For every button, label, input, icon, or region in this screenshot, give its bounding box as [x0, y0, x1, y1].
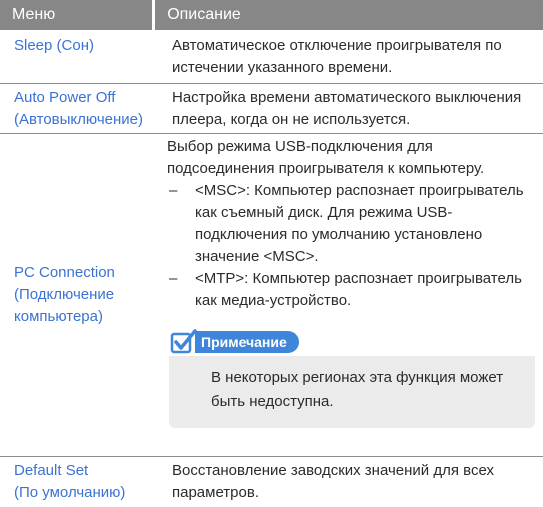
menu-item-sleep: Sleep (Сон): [0, 35, 158, 83]
bullet-item: – <MSC>: Компьютер распознает проигрыват…: [167, 180, 535, 268]
menu-item-sublabel: (Автовыключение): [14, 110, 143, 128]
description-cell: Выбор режима USB-подключения для подсоед…: [153, 134, 543, 456]
menu-item-label: Sleep (Сон): [14, 37, 94, 54]
bullet-text: <MTP>: Компьютер распознает проигрывател…: [195, 270, 522, 309]
settings-table: Меню Описание Sleep (Сон) Автоматическое…: [0, 0, 543, 507]
bullet-text: <MSC>: Компьютер распознает проигрывател…: [195, 182, 524, 265]
menu-item-label: Auto Power Off: [14, 88, 116, 106]
header-menu: Меню: [0, 0, 153, 30]
table-row: Default Set (По умолчанию) Восстановлени…: [0, 457, 543, 507]
header-description: Описание: [155, 0, 543, 30]
note-box: Примечание В некоторых регионах эта функ…: [169, 328, 535, 428]
table-row: PC Connection (Подключение компьютера) В…: [0, 134, 543, 457]
menu-item-label: Default Set: [14, 462, 89, 479]
description-cell: Настройка времени автоматического выключ…: [172, 89, 522, 128]
note-header: Примечание: [169, 328, 535, 356]
menu-item-sublabel: (По умолчанию): [14, 484, 126, 501]
menu-item-pc-connection: PC Connection (Подключение компьютера): [0, 134, 153, 456]
description-cell: Автоматическое отключение проигрывателя …: [172, 37, 502, 76]
table-header: Меню Описание: [0, 0, 543, 30]
bullet-dash: –: [169, 182, 178, 199]
table-row: Auto Power Off (Автовыключение) Настройк…: [0, 84, 543, 134]
description-text: Выбор режима USB-подключения для подсоед…: [167, 138, 485, 177]
note-text: В некоторых регионах эта функция может б…: [211, 369, 504, 410]
bullet-item: – <MTP>: Компьютер распознает проигрыват…: [167, 268, 535, 312]
description-cell: Восстановление заводских значений для вс…: [172, 462, 494, 501]
menu-item-default-set: Default Set (По умолчанию): [0, 457, 158, 507]
menu-item-sublabel: компьютера): [14, 308, 103, 325]
table-row: Sleep (Сон) Автоматическое отключение пр…: [0, 30, 543, 84]
note-label: Примечание: [195, 331, 299, 353]
menu-item-label: PC Connection: [14, 264, 115, 281]
bullet-dash: –: [169, 270, 178, 287]
menu-item-sublabel: (Подключение: [14, 286, 115, 303]
menu-item-auto-power-off: Auto Power Off (Автовыключение): [0, 84, 158, 133]
